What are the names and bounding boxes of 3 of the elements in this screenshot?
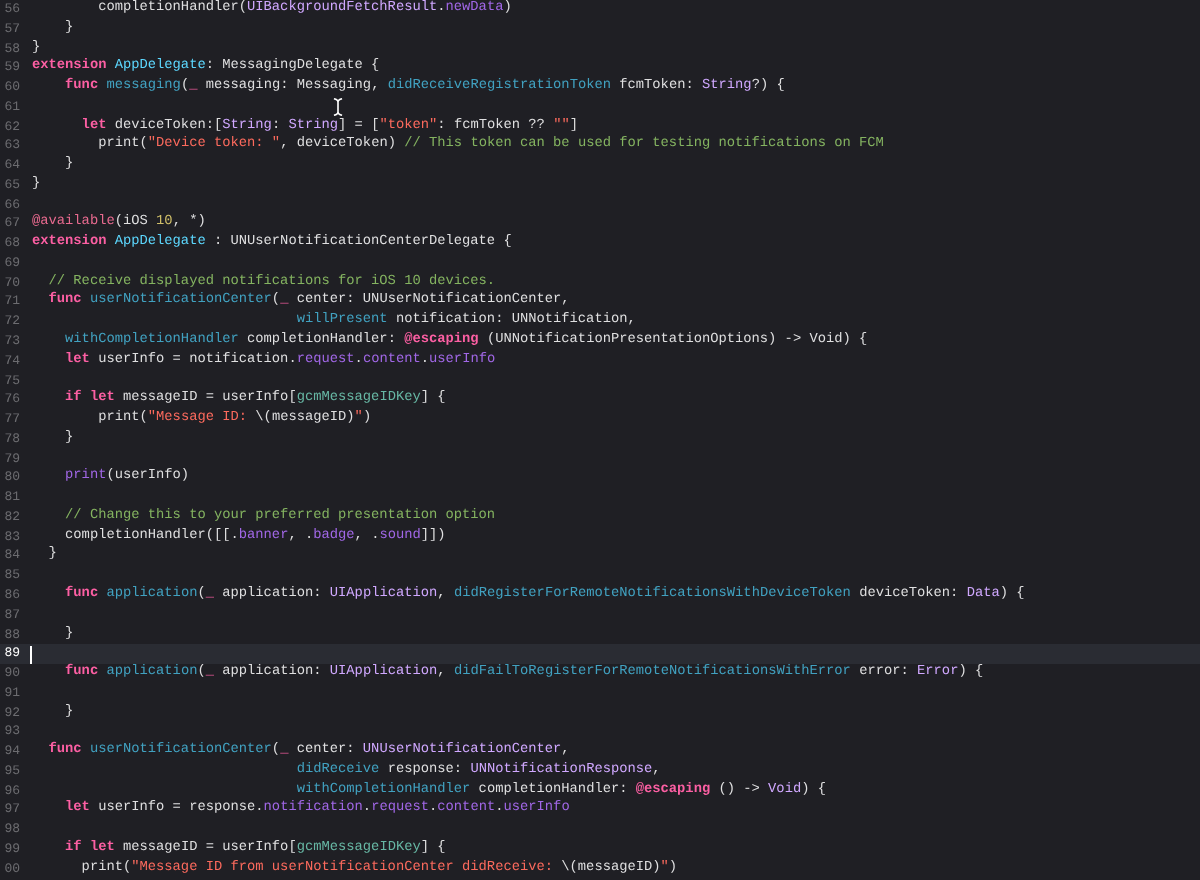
code-editor[interactable]: [0, 0, 1200, 880]
text-cursor-icon: [332, 98, 344, 116]
text-caret: [30, 645, 32, 664]
